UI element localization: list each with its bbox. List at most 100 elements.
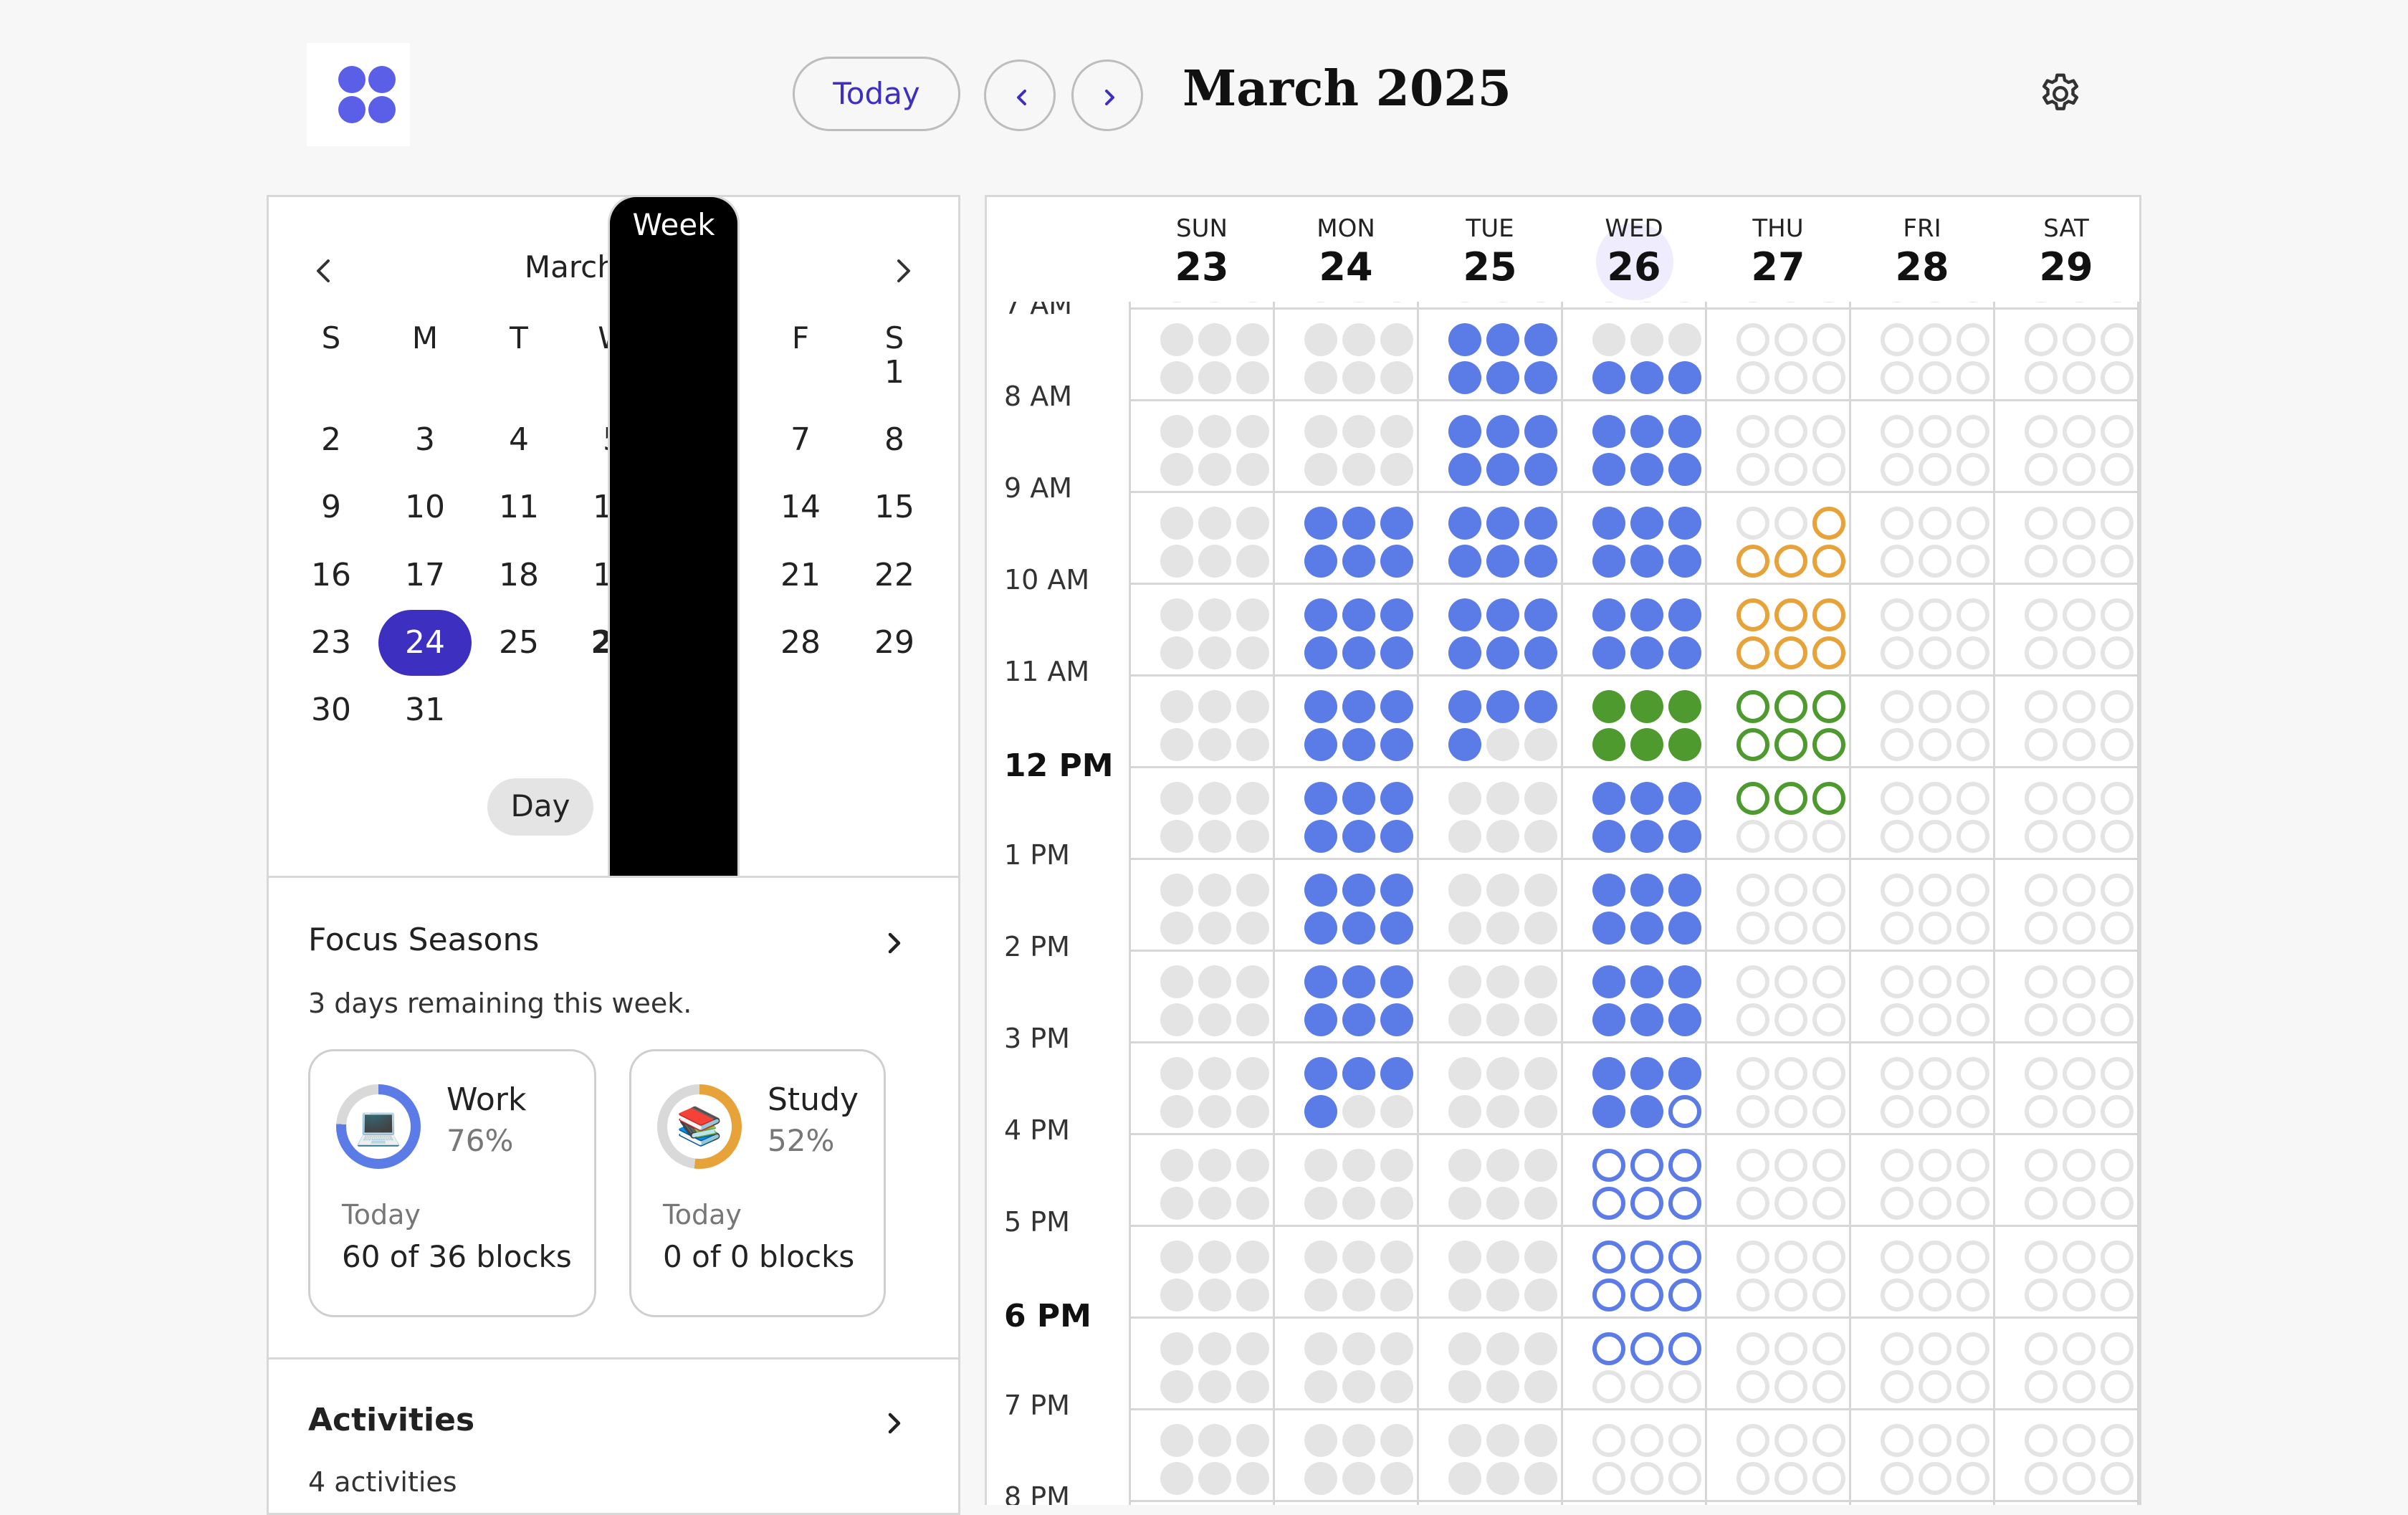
mini-calendar-day[interactable]: 30 bbox=[285, 677, 378, 743]
time-block[interactable] bbox=[1956, 415, 1989, 448]
time-block[interactable] bbox=[1736, 1332, 1769, 1365]
time-block[interactable] bbox=[1736, 323, 1769, 356]
time-block[interactable] bbox=[1919, 912, 1951, 945]
time-block[interactable] bbox=[1448, 507, 1481, 540]
time-block[interactable] bbox=[1198, 728, 1231, 761]
weekday-date[interactable]: 24 bbox=[1274, 244, 1418, 290]
time-block[interactable] bbox=[1774, 690, 1807, 723]
time-block[interactable] bbox=[1956, 1003, 1989, 1036]
time-block[interactable] bbox=[1448, 1332, 1481, 1365]
time-block[interactable] bbox=[1668, 507, 1701, 540]
time-block[interactable] bbox=[1304, 820, 1337, 853]
time-block[interactable] bbox=[1198, 1370, 1231, 1403]
time-block[interactable] bbox=[2101, 1187, 2134, 1220]
time-block[interactable] bbox=[2101, 415, 2134, 448]
time-block[interactable] bbox=[1198, 1095, 1231, 1128]
time-block[interactable] bbox=[1881, 1003, 1914, 1036]
time-block[interactable] bbox=[1774, 1424, 1807, 1457]
time-block[interactable] bbox=[2101, 782, 2134, 815]
time-block[interactable] bbox=[1448, 415, 1481, 448]
time-block[interactable] bbox=[1486, 1149, 1519, 1182]
time-block[interactable] bbox=[1448, 1462, 1481, 1495]
time-block[interactable] bbox=[1448, 361, 1481, 394]
time-block[interactable] bbox=[2063, 690, 2096, 723]
time-block[interactable] bbox=[1881, 912, 1914, 945]
time-block[interactable] bbox=[2025, 874, 2058, 907]
time-block[interactable] bbox=[1668, 636, 1701, 669]
time-block[interactable] bbox=[1160, 1095, 1193, 1128]
time-block[interactable] bbox=[1919, 415, 1951, 448]
time-block[interactable] bbox=[1236, 1279, 1269, 1311]
time-block[interactable] bbox=[1198, 782, 1231, 815]
time-block[interactable] bbox=[2101, 545, 2134, 578]
time-block[interactable] bbox=[1486, 782, 1519, 815]
time-block[interactable] bbox=[1812, 507, 1845, 540]
time-block[interactable] bbox=[2025, 598, 2058, 631]
time-block[interactable] bbox=[1881, 1095, 1914, 1128]
time-block[interactable] bbox=[1304, 1279, 1337, 1311]
time-block[interactable] bbox=[1198, 415, 1231, 448]
time-block[interactable] bbox=[1919, 690, 1951, 723]
time-block[interactable] bbox=[1668, 1187, 1701, 1220]
time-block[interactable] bbox=[1236, 636, 1269, 669]
time-block[interactable] bbox=[1198, 545, 1231, 578]
time-block[interactable] bbox=[2101, 507, 2134, 540]
time-block[interactable] bbox=[2101, 1149, 2134, 1182]
time-block[interactable] bbox=[1486, 874, 1519, 907]
time-block[interactable] bbox=[1524, 912, 1557, 945]
time-block[interactable] bbox=[1160, 323, 1193, 356]
time-block[interactable] bbox=[1774, 912, 1807, 945]
time-block[interactable] bbox=[1956, 1332, 1989, 1365]
time-block[interactable] bbox=[1592, 598, 1625, 631]
time-block[interactable] bbox=[1630, 965, 1663, 998]
time-block[interactable] bbox=[1668, 690, 1701, 723]
time-block[interactable] bbox=[1304, 323, 1337, 356]
mini-calendar-day[interactable]: 8 bbox=[848, 407, 941, 473]
focus-seasons-title[interactable]: Focus Seasons bbox=[308, 922, 539, 958]
time-block[interactable] bbox=[1304, 1003, 1337, 1036]
time-block[interactable] bbox=[2101, 965, 2134, 998]
time-block[interactable] bbox=[1881, 1462, 1914, 1495]
time-block[interactable] bbox=[1448, 453, 1481, 486]
time-block[interactable] bbox=[1592, 1187, 1625, 1220]
time-block[interactable] bbox=[1342, 1424, 1375, 1457]
time-block[interactable] bbox=[1160, 1057, 1193, 1090]
time-block[interactable] bbox=[2063, 1332, 2096, 1365]
time-block[interactable] bbox=[1342, 1462, 1375, 1495]
time-block[interactable] bbox=[1736, 453, 1769, 486]
time-block[interactable] bbox=[1774, 323, 1807, 356]
time-block[interactable] bbox=[1448, 598, 1481, 631]
time-block[interactable] bbox=[1956, 912, 1989, 945]
time-block[interactable] bbox=[1236, 1462, 1269, 1495]
time-block[interactable] bbox=[1486, 1241, 1519, 1273]
time-block[interactable] bbox=[1881, 965, 1914, 998]
time-block[interactable] bbox=[1919, 545, 1951, 578]
mini-calendar-day[interactable]: 24 bbox=[378, 610, 472, 676]
time-block[interactable] bbox=[1812, 1370, 1845, 1403]
mini-calendar-day[interactable]: 4 bbox=[472, 407, 565, 473]
time-block[interactable] bbox=[1881, 415, 1914, 448]
time-block[interactable] bbox=[1486, 1187, 1519, 1220]
time-block[interactable] bbox=[1342, 1370, 1375, 1403]
time-block[interactable] bbox=[1486, 598, 1519, 631]
time-block[interactable] bbox=[1736, 820, 1769, 853]
time-block[interactable] bbox=[2063, 1279, 2096, 1311]
time-block[interactable] bbox=[1160, 507, 1193, 540]
time-block[interactable] bbox=[2101, 636, 2134, 669]
time-block[interactable] bbox=[2063, 361, 2096, 394]
time-block[interactable] bbox=[1342, 728, 1375, 761]
time-block[interactable] bbox=[1524, 820, 1557, 853]
time-block[interactable] bbox=[1448, 636, 1481, 669]
time-block[interactable] bbox=[2063, 1095, 2096, 1128]
time-block[interactable] bbox=[1881, 1057, 1914, 1090]
mini-calendar-day[interactable]: 15 bbox=[848, 474, 941, 540]
time-block[interactable] bbox=[1592, 1462, 1625, 1495]
time-block[interactable] bbox=[1304, 453, 1337, 486]
time-block[interactable] bbox=[1486, 1424, 1519, 1457]
time-block[interactable] bbox=[2025, 1241, 2058, 1273]
time-block[interactable] bbox=[1486, 820, 1519, 853]
time-block[interactable] bbox=[1448, 1370, 1481, 1403]
time-block[interactable] bbox=[1342, 598, 1375, 631]
time-block[interactable] bbox=[1919, 636, 1951, 669]
time-block[interactable] bbox=[1236, 598, 1269, 631]
